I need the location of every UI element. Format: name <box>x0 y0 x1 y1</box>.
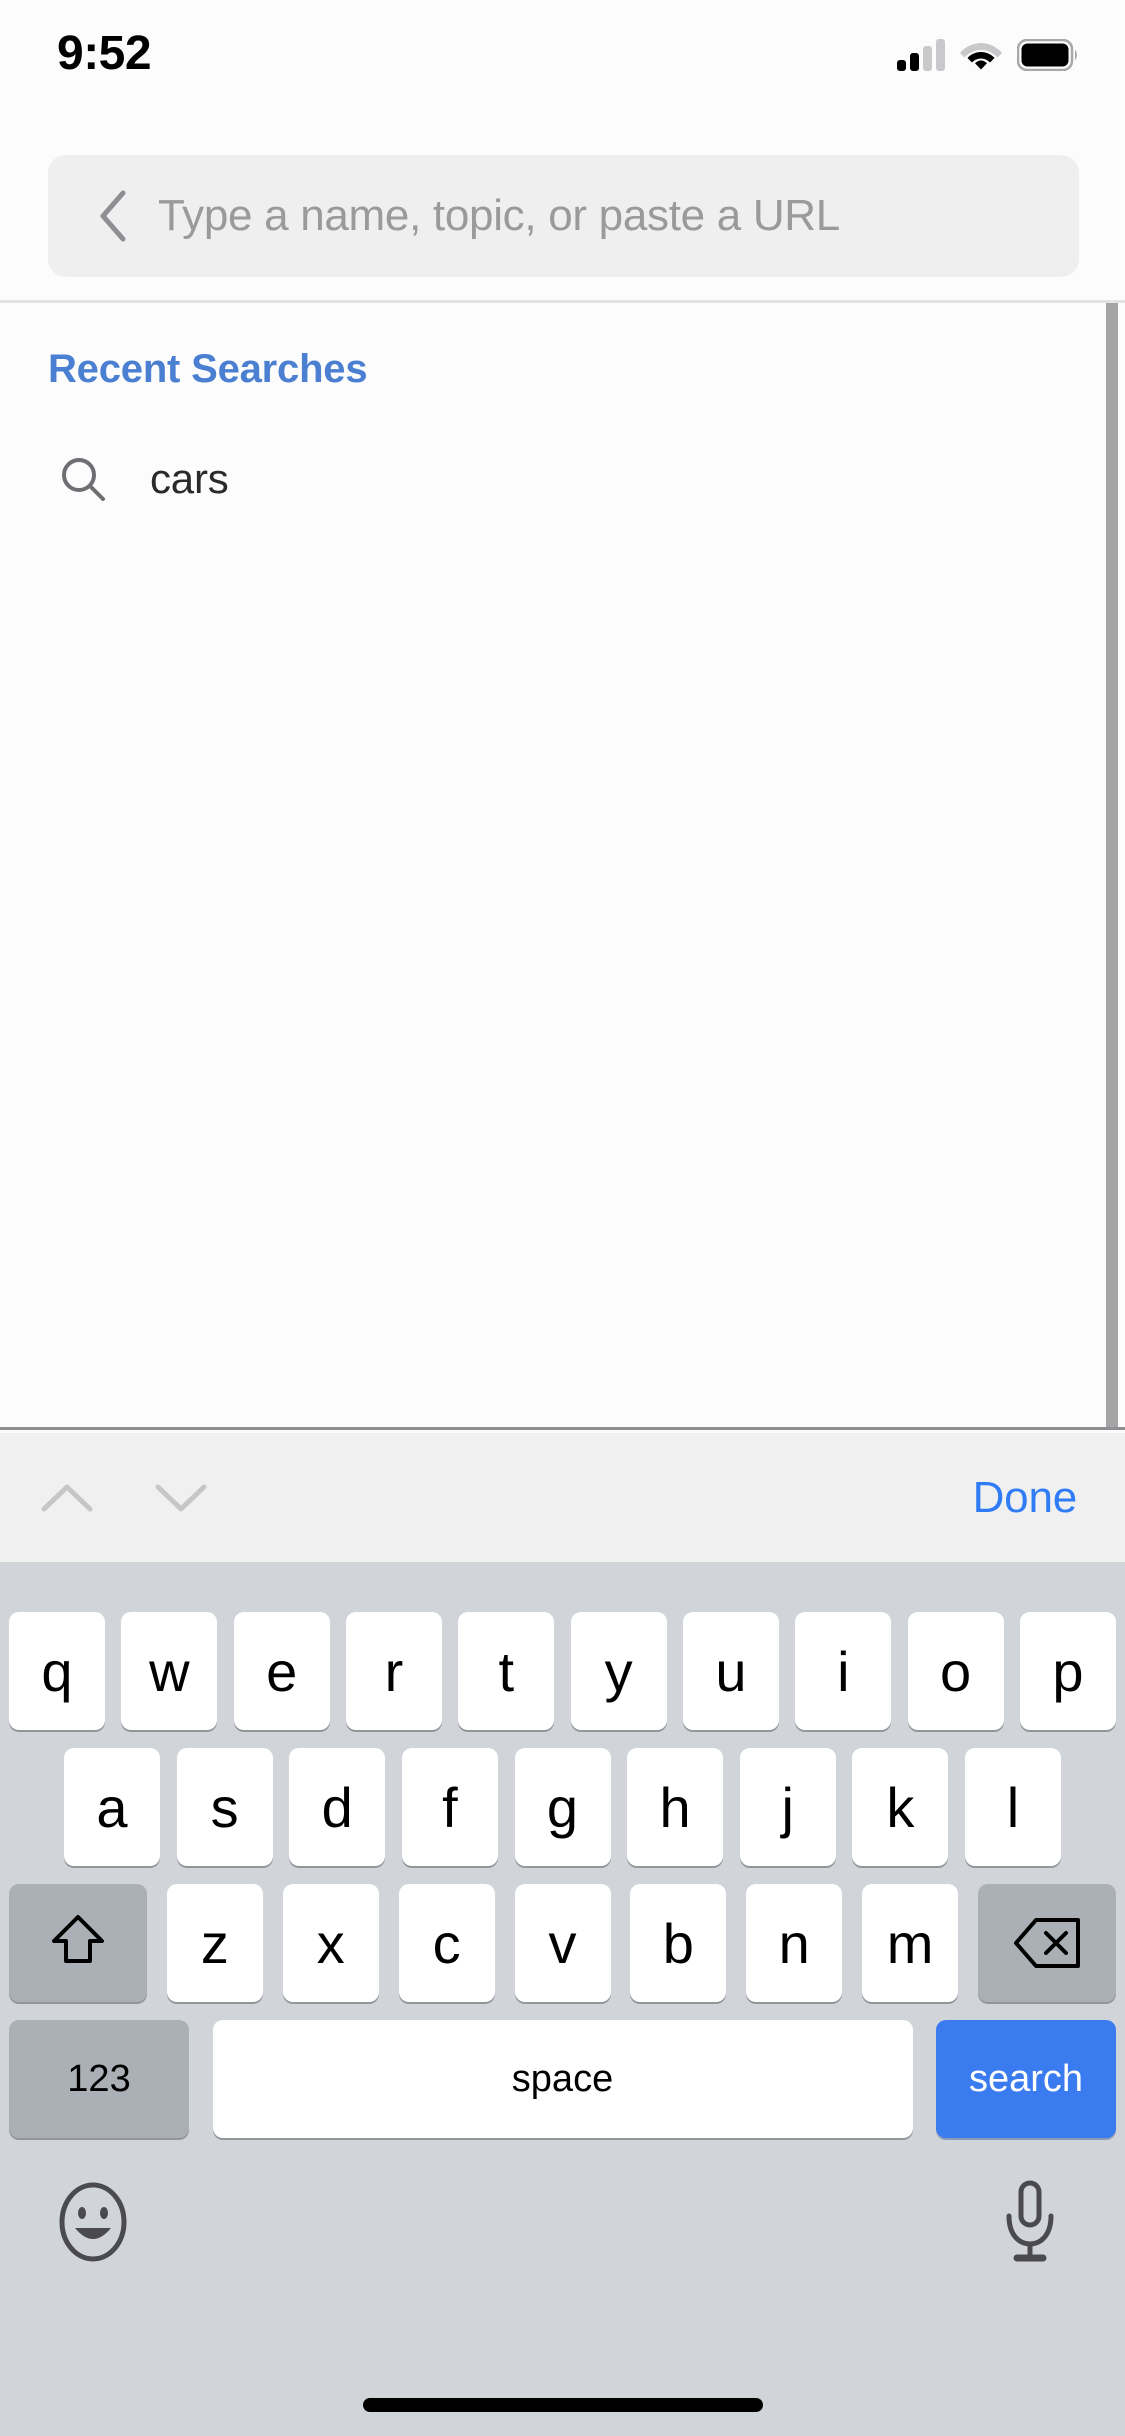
key-g[interactable]: g <box>514 1748 611 1866</box>
status-bar-indicators <box>897 30 1079 80</box>
vertical-scrollbar[interactable] <box>1106 303 1118 1427</box>
key-e[interactable]: e <box>233 1612 330 1730</box>
chevron-left-icon[interactable] <box>88 190 140 242</box>
key-z[interactable]: z <box>166 1884 263 2002</box>
keyboard-row-1: q w e r t y u i o p <box>0 1612 1125 1730</box>
search-return-key[interactable]: search <box>936 2020 1116 2138</box>
key-w[interactable]: w <box>121 1612 218 1730</box>
key-u[interactable]: u <box>682 1612 779 1730</box>
key-n[interactable]: n <box>746 1884 843 2002</box>
recent-searches-list: cars <box>0 431 1125 527</box>
key-o[interactable]: o <box>907 1612 1004 1730</box>
status-bar: 9:52 <box>0 0 1125 132</box>
key-f[interactable]: f <box>401 1748 498 1866</box>
chevron-up-icon[interactable] <box>24 1455 110 1541</box>
key-y[interactable]: y <box>570 1612 667 1730</box>
search-input-placeholder: Type a name, topic, or paste a URL <box>158 191 840 240</box>
backspace-delete-icon <box>1014 1918 1080 1968</box>
keyboard-row-4: 123 space search <box>0 2020 1125 2138</box>
key-s[interactable]: s <box>176 1748 273 1866</box>
key-x[interactable]: x <box>282 1884 379 2002</box>
status-bar-time: 9:52 <box>57 27 152 80</box>
home-indicator-bar <box>362 2398 763 2412</box>
microphone-icon[interactable] <box>984 2176 1076 2268</box>
key-p[interactable]: p <box>1019 1612 1116 1730</box>
key-q[interactable]: q <box>9 1612 105 1730</box>
backspace-key[interactable] <box>978 1884 1116 2002</box>
iphone-screen: 9:52 Type a name, topic, or paste a URL … <box>0 0 1125 2436</box>
emoji-smiley-icon[interactable] <box>47 2176 139 2268</box>
key-i[interactable]: i <box>795 1612 892 1730</box>
key-v[interactable]: v <box>514 1884 611 2002</box>
shift-key[interactable] <box>9 1884 147 2002</box>
recent-searches-heading: Recent Searches <box>48 347 368 391</box>
magnifier-icon <box>56 452 110 506</box>
list-item[interactable]: cars <box>0 431 1125 527</box>
chevron-down-icon[interactable] <box>138 1455 224 1541</box>
key-t[interactable]: t <box>458 1612 555 1730</box>
key-d[interactable]: d <box>289 1748 386 1866</box>
wifi-icon <box>960 43 1002 70</box>
space-key[interactable]: space <box>212 2020 913 2138</box>
keyboard-row-3: z x c v b n m <box>0 1884 1125 2002</box>
search-input[interactable]: Type a name, topic, or paste a URL <box>48 155 1079 277</box>
shift-arrow-icon <box>52 1915 104 1963</box>
key-m[interactable]: m <box>862 1884 959 2002</box>
numbers-key[interactable]: 123 <box>9 2020 189 2138</box>
cellular-signal-icon <box>897 39 945 71</box>
keyboard-accessory-toolbar: Done <box>0 1433 1125 1562</box>
key-b[interactable]: b <box>630 1884 727 2002</box>
search-results-panel: Recent Searches cars <box>0 303 1125 1430</box>
keyboard-row-2: a s d f g h j k l <box>0 1748 1125 1866</box>
software-keyboard: q w e r t y u i o p a s d f g h j k l z … <box>0 1562 1125 2436</box>
key-l[interactable]: l <box>965 1748 1061 1866</box>
key-a[interactable]: a <box>64 1748 160 1866</box>
recent-search-label: cars <box>150 455 229 502</box>
key-r[interactable]: r <box>345 1612 442 1730</box>
key-h[interactable]: h <box>627 1748 724 1866</box>
key-j[interactable]: j <box>739 1748 836 1866</box>
keyboard-row-5 <box>0 2162 1125 2282</box>
search-header: Type a name, topic, or paste a URL <box>0 132 1125 303</box>
done-button[interactable]: Done <box>973 1473 1078 1523</box>
key-k[interactable]: k <box>852 1748 949 1866</box>
battery-full-icon <box>1017 39 1077 71</box>
key-c[interactable]: c <box>398 1884 495 2002</box>
